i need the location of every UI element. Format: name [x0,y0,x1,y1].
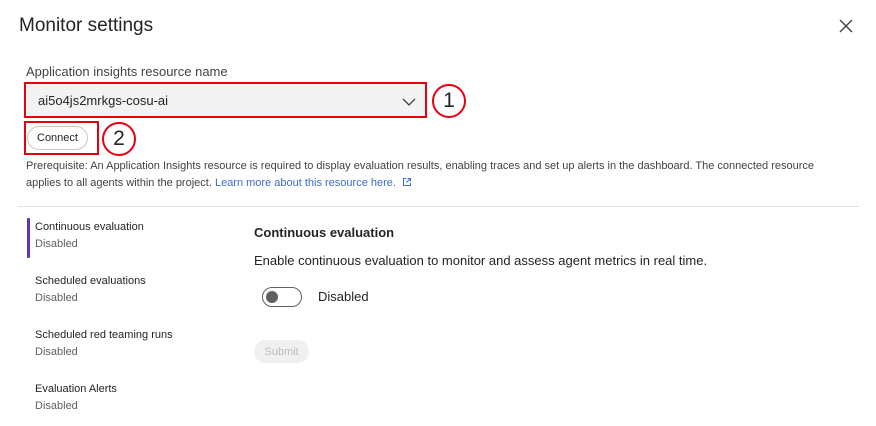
divider [18,206,859,207]
nav-item-continuous-evaluation[interactable]: Continuous evaluation Disabled [27,218,227,258]
callout-number-1: 1 [432,84,466,118]
toggle-label: Disabled [318,289,369,304]
nav-item-title: Evaluation Alerts [35,383,117,395]
prerequisite-body: Prerequisite: An Application Insights re… [26,160,814,189]
nav-item-status: Disabled [35,346,78,358]
close-icon[interactable] [836,16,856,36]
chevron-down-icon [402,95,416,110]
nav-item-status: Disabled [35,292,78,304]
nav-item-scheduled-evaluations[interactable]: Scheduled evaluations Disabled [27,275,227,304]
nav-item-scheduled-red-teaming-runs[interactable]: Scheduled red teaming runs Disabled [27,329,227,358]
submit-button[interactable]: Submit [254,340,309,363]
toggle-knob [266,291,278,303]
continuous-evaluation-toggle[interactable] [262,287,302,307]
external-link-icon [403,178,412,186]
section-description: Enable continuous evaluation to monitor … [254,253,708,268]
nav-item-title: Scheduled red teaming runs [35,329,173,341]
section-title: Continuous evaluation [254,225,395,240]
nav-item-status: Disabled [35,238,78,250]
resource-field-label: Application insights resource name [26,64,228,79]
callout-number-2: 2 [102,122,136,156]
nav-item-status: Disabled [35,400,78,412]
prerequisite-text: Prerequisite: An Application Insights re… [26,158,846,192]
learn-more-link[interactable]: Learn more about this resource here. [215,177,412,189]
resource-select-value: ai5o4js2mrkgs-cosu-ai [38,93,169,108]
nav-item-title: Continuous evaluation [35,221,144,233]
dialog-title: Monitor settings [19,15,154,36]
nav-item-evaluation-alerts[interactable]: Evaluation Alerts Disabled [27,383,227,412]
connect-button[interactable]: Connect [27,126,88,150]
nav-item-title: Scheduled evaluations [35,275,146,287]
resource-select[interactable]: ai5o4js2mrkgs-cosu-ai [27,84,426,118]
